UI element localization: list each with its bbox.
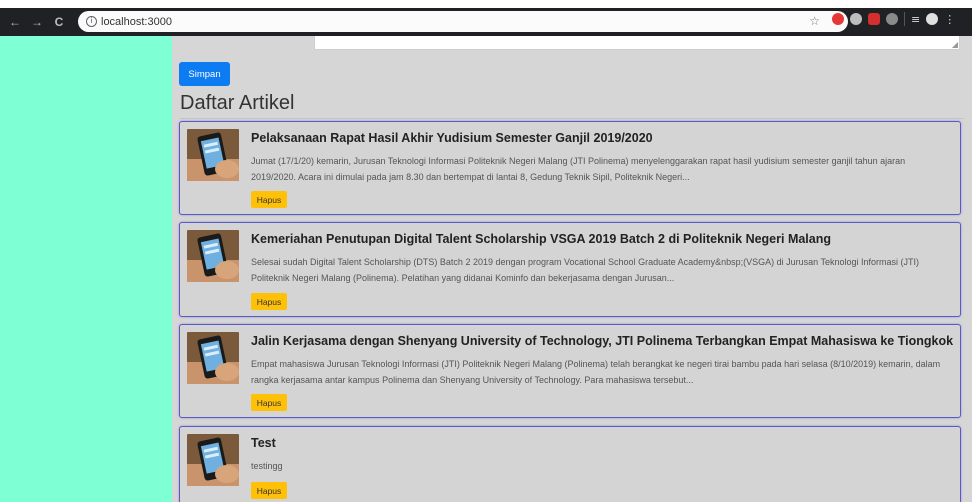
reading-list-icon[interactable]: ≡ xyxy=(911,13,920,26)
article-card: Jalin Kerjasama dengan Shenyang Universi… xyxy=(179,324,961,418)
phone-in-hand-icon xyxy=(187,230,239,282)
extension-dark-icon[interactable] xyxy=(850,13,862,25)
reload-icon[interactable]: C xyxy=(52,15,66,29)
phone-in-hand-icon xyxy=(187,332,239,384)
sidebar xyxy=(0,36,172,502)
article-card: Kemeriahan Penutupan Digital Talent Scho… xyxy=(179,222,961,317)
article-card: Test testingg Hapus xyxy=(179,426,961,502)
extensions-bar: ≡ ⋮ xyxy=(832,12,955,26)
article-title: Kemeriahan Penutupan Digital Talent Scho… xyxy=(251,232,832,246)
delete-button[interactable]: Hapus xyxy=(251,293,287,310)
save-button[interactable]: Simpan xyxy=(179,62,230,86)
article-title: Pelaksanaan Rapat Hasil Akhir Yudisium S… xyxy=(251,131,653,145)
profile-avatar-icon[interactable] xyxy=(926,13,939,25)
delete-button[interactable]: Hapus xyxy=(251,394,287,411)
bookmark-star-icon[interactable]: ☆ xyxy=(809,14,820,28)
back-icon[interactable]: ← xyxy=(8,15,22,29)
address-url[interactable]: localhost:3000 xyxy=(101,16,172,28)
article-summary: testingg xyxy=(251,461,283,471)
extension-red-icon[interactable] xyxy=(832,13,844,25)
page-title: Daftar Artikel xyxy=(180,92,295,114)
article-summary: Selesai sudah Digital Talent Scholarship… xyxy=(251,257,920,283)
article-title: Test xyxy=(251,436,276,450)
window-top-strip xyxy=(0,0,972,8)
article-thumbnail xyxy=(187,434,239,486)
article-title: Jalin Kerjasama dengan Shenyang Universi… xyxy=(251,334,954,348)
resize-handle-icon[interactable]: ◢ xyxy=(952,41,958,49)
extension-pdf-icon[interactable] xyxy=(868,13,880,25)
forward-icon[interactable]: → xyxy=(30,15,44,29)
article-thumbnail xyxy=(187,332,239,384)
article-summary: Empat mahasiswa Jurusan Teknologi Inform… xyxy=(251,359,941,385)
article-content-textarea[interactable]: ◢ xyxy=(314,36,960,50)
delete-button[interactable]: Hapus xyxy=(251,482,287,499)
phone-in-hand-icon xyxy=(187,129,239,181)
delete-button[interactable]: Hapus xyxy=(251,191,287,208)
article-card: Pelaksanaan Rapat Hasil Akhir Yudisium S… xyxy=(179,121,961,215)
toolbar-divider xyxy=(904,12,905,26)
site-info-icon[interactable]: i xyxy=(86,16,97,27)
title-divider xyxy=(180,118,964,119)
main-content: ◢ Simpan Daftar Artikel Pelaksanaan Rapa… xyxy=(172,36,972,502)
article-thumbnail xyxy=(187,230,239,282)
phone-in-hand-icon xyxy=(187,434,239,486)
extension-grey-icon[interactable] xyxy=(886,13,898,25)
browser-toolbar: ← → C i localhost:3000 ☆ ≡ ⋮ xyxy=(0,8,972,36)
browser-menu-icon[interactable]: ⋮ xyxy=(944,13,955,26)
address-bar[interactable]: i localhost:3000 ☆ xyxy=(78,11,848,32)
article-summary: Jumat (17/1/20) kemarin, Jurusan Teknolo… xyxy=(251,156,906,182)
article-thumbnail xyxy=(187,129,239,181)
